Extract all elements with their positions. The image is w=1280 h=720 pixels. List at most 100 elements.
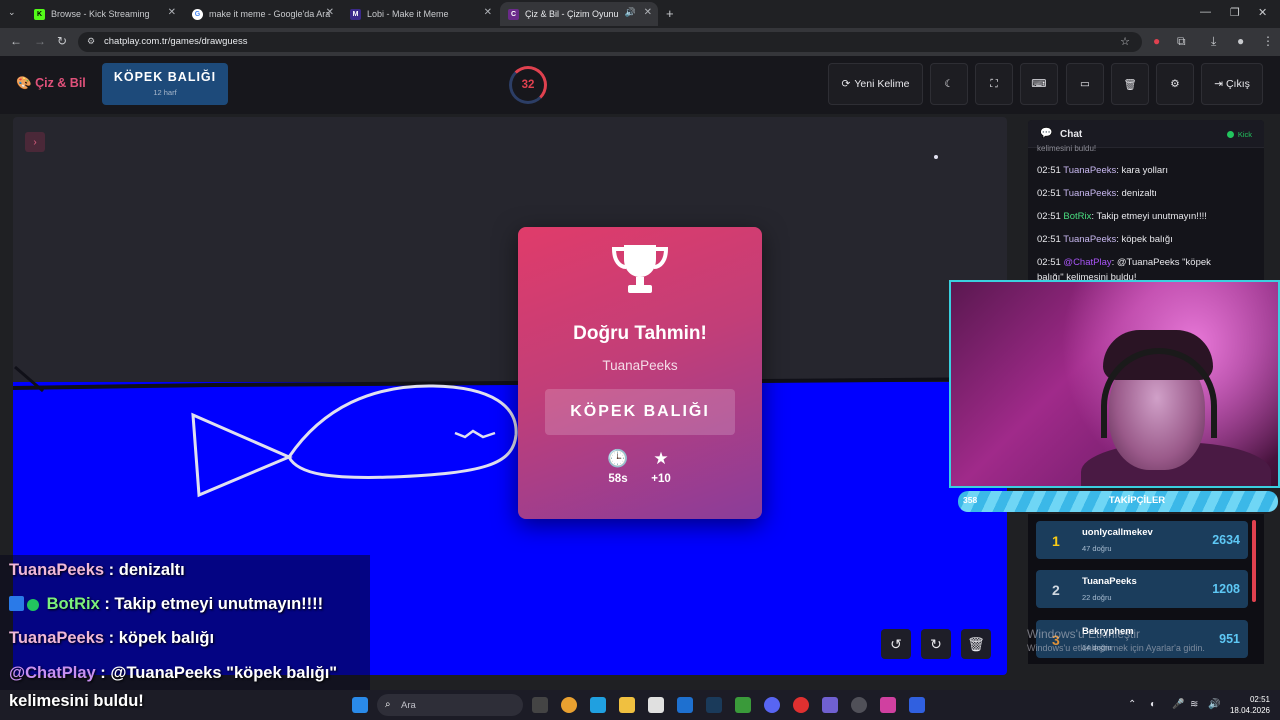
star-icon: ★ xyxy=(653,449,669,468)
leaderboard-row: 1 uonlycallmekev 47 doğru 2634 xyxy=(1036,521,1248,559)
taskbar-search-placeholder: Ara xyxy=(401,700,416,711)
wifi-icon[interactable]: ≋ xyxy=(1190,699,1198,710)
profile-icon[interactable]: ● xyxy=(1237,34,1244,48)
followers-label: TAKİPÇİLER xyxy=(1108,495,1166,506)
close-icon[interactable]: ✕ xyxy=(644,7,652,18)
task-view-icon[interactable] xyxy=(532,697,548,713)
overlay-user: BotRix xyxy=(46,595,100,613)
chat-time: 02:51 xyxy=(1037,257,1061,268)
stream-chat-overlay: TuanaPeeks : denizaltı BotRix : Takip et… xyxy=(0,555,370,690)
start-icon[interactable] xyxy=(352,697,368,713)
close-icon[interactable]: ✕ xyxy=(168,7,176,18)
file-explorer-icon[interactable] xyxy=(619,697,635,713)
fish-tail-stroke xyxy=(191,412,293,498)
menu-dots-icon[interactable]: ⋮ xyxy=(1262,34,1274,48)
overlay-chat-line: TuanaPeeks : denizaltı xyxy=(9,561,185,580)
tray-chevron-icon[interactable]: ⌃ xyxy=(1128,699,1136,710)
tab-ciz-bil[interactable]: C Çiz & Bil - Çizim Oyunu 🔊 ✕ xyxy=(500,2,658,26)
verified-badge-icon xyxy=(27,599,39,611)
round-timer: 32 xyxy=(509,66,547,104)
moon-icon: ☾ xyxy=(944,78,954,90)
chat-clipped-line: kelimesini buldu! xyxy=(1037,144,1097,153)
volume-icon[interactable]: 🔊 xyxy=(1208,699,1220,710)
exit-label: Çıkış xyxy=(1225,78,1250,90)
extension-icon[interactable]: ● xyxy=(1153,34,1160,48)
site-info-icon[interactable]: ⚙ xyxy=(87,36,95,47)
player-correct-count: 47 doğru xyxy=(1082,544,1112,553)
system-clock[interactable]: 02:51 18.04.2026 xyxy=(1228,694,1270,716)
result-answer: KÖPEK BALIĞI xyxy=(545,389,735,435)
google-icon: G xyxy=(192,8,203,20)
new-word-button[interactable]: ⟳ Yeni Kelime xyxy=(828,63,923,105)
exit-button[interactable]: ⇥ Çıkış xyxy=(1201,63,1263,105)
delete-button[interactable]: 🗑 xyxy=(1111,63,1149,105)
player-score: 1208 xyxy=(1212,582,1240,596)
download-icon[interactable]: ⤓ xyxy=(1211,34,1216,49)
palette-icon: 🎨 xyxy=(16,76,32,90)
forward-icon[interactable]: → xyxy=(34,34,46,48)
chrome-icon[interactable] xyxy=(561,697,577,713)
mail-icon[interactable] xyxy=(677,697,693,713)
chat-time: 02:51 xyxy=(1037,188,1061,199)
tab-google[interactable]: G make it meme - Google'da Ara ✕ xyxy=(184,2,340,26)
rank: 2 xyxy=(1052,582,1060,598)
taskbar-search[interactable]: ⌕ Ara xyxy=(377,694,523,716)
omnibox[interactable]: ⚙ chatplay.com.tr/games/drawguess ☆ xyxy=(78,32,1142,52)
new-tab-button[interactable]: + xyxy=(666,6,674,21)
minecraft-icon[interactable] xyxy=(735,697,751,713)
tray-app-icon[interactable]: ◐ xyxy=(1150,699,1156,710)
settings-button[interactable]: ⚙ xyxy=(1156,63,1194,105)
tab-title: Lobi - Make it Meme xyxy=(367,9,449,19)
fullscreen-button[interactable]: ⛶ xyxy=(975,63,1013,105)
followers-bar: 358 TAKİPÇİLER xyxy=(958,491,1278,512)
leaderboard-scrollbar[interactable] xyxy=(1252,520,1256,602)
chevron-right-icon: › xyxy=(33,136,37,148)
undo-button[interactable]: ↺ xyxy=(881,629,911,659)
overlay-user: TuanaPeeks xyxy=(9,629,105,647)
extensions-puzzle-icon[interactable]: ⧉ xyxy=(1177,34,1186,49)
trophy-icon xyxy=(611,245,669,293)
speaker-icon[interactable]: 🔊 xyxy=(625,7,636,18)
close-icon[interactable]: ✕ xyxy=(484,7,492,18)
player-name: TuanaPeeks xyxy=(1082,576,1137,587)
window-close-icon[interactable]: ✕ xyxy=(1258,6,1267,19)
media-icon[interactable] xyxy=(793,697,809,713)
redo-button[interactable]: ↻ xyxy=(921,629,951,659)
chat-text: : köpek balığı xyxy=(1116,234,1173,245)
bookmark-star-icon[interactable]: ☆ xyxy=(1120,35,1130,48)
back-icon[interactable]: ← xyxy=(10,34,22,48)
chat-user: @ChatPlay xyxy=(1063,257,1112,268)
restore-icon[interactable]: ❐ xyxy=(1230,6,1240,19)
reload-icon[interactable]: ↻ xyxy=(57,34,67,48)
minimize-icon[interactable]: — xyxy=(1200,6,1211,18)
comments-icon: 💬 xyxy=(1040,128,1053,139)
obs-icon[interactable] xyxy=(851,697,867,713)
panel-expand-button[interactable]: › xyxy=(25,132,45,152)
overlay-text: : @TuanaPeeks "köpek balığı" xyxy=(95,664,338,682)
discord-icon[interactable] xyxy=(764,697,780,713)
theme-toggle-button[interactable]: ☾ xyxy=(930,63,968,105)
close-icon[interactable]: ✕ xyxy=(326,7,334,18)
microphone-icon[interactable]: 🎤 xyxy=(1172,699,1184,710)
keyboard-button[interactable]: ⌨ xyxy=(1020,63,1058,105)
chat-text: : kara yolları xyxy=(1116,165,1168,176)
chat-user: TuanaPeeks xyxy=(1063,188,1117,199)
store-icon[interactable] xyxy=(648,697,664,713)
app-icon[interactable] xyxy=(909,697,925,713)
tab-make-it-meme[interactable]: M Lobi - Make it Meme ✕ xyxy=(342,2,498,26)
new-word-label: Yeni Kelime xyxy=(854,78,910,90)
tab-search-icon[interactable]: ⌄ xyxy=(8,7,16,18)
brand[interactable]: 🎨 Çiz & Bil xyxy=(16,76,86,91)
chat-user: TuanaPeeks xyxy=(1063,165,1117,176)
archive-button[interactable]: ▭ xyxy=(1066,63,1104,105)
chat-time: 02:51 xyxy=(1037,165,1061,176)
steam-icon[interactable] xyxy=(706,697,722,713)
teams-icon[interactable] xyxy=(822,697,838,713)
overlay-chat-line: @ChatPlay : @TuanaPeeks "köpek balığı" xyxy=(9,664,337,683)
app-icon[interactable] xyxy=(590,697,606,713)
instagram-icon[interactable] xyxy=(880,697,896,713)
chat-message: 02:51 TuanaPeeks: denizaltı xyxy=(1037,188,1157,199)
tab-kick[interactable]: K Browse - Kick Streaming ✕ xyxy=(26,2,182,26)
clear-canvas-button[interactable]: 🗑 xyxy=(961,629,991,659)
leaderboard-row: 2 TuanaPeeks 22 doğru 1208 xyxy=(1036,570,1248,608)
